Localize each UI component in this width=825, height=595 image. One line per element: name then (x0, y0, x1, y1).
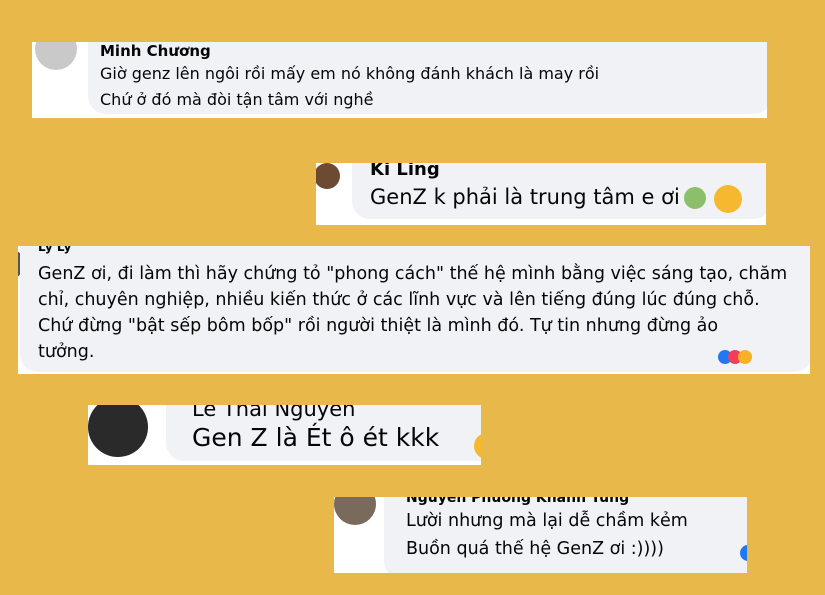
sad-face-emoji-icon (714, 185, 742, 213)
comment-snippet-2: Ki Ling GenZ k phải là trung tâm e ơi (316, 163, 766, 225)
comment-bubble: Ly Ly GenZ ơi, đi làm thì hãy chứng tỏ "… (20, 246, 810, 372)
commenter-name[interactable]: Lê Thái Nguyên (192, 405, 355, 421)
avatar[interactable] (334, 497, 376, 525)
avatar[interactable] (88, 405, 148, 457)
commenter-name[interactable]: Nguyễn Phương Khánh Tùng (406, 497, 629, 507)
commenter-name[interactable]: Ly Ly (38, 246, 72, 254)
comment-text-line: Lười nhưng mà lại dễ chầm kẻm (406, 511, 688, 531)
comment-text-line: Giờ genz lên ngôi rồi mấy em nó không đá… (100, 64, 600, 83)
comment-text-line: chỉ, chuyên nghiệp, nhiều kiến thức ở cá… (38, 290, 760, 310)
comment-snippet-1: Minh Chương Giờ genz lên ngôi rồi mấy em… (32, 42, 767, 118)
avatar[interactable] (35, 42, 77, 70)
comment-bubble: Lê Thái Nguyên Gen Z là Ét ô ét kkk (166, 405, 481, 461)
commenter-name[interactable]: Ki Ling (370, 163, 440, 181)
comment-bubble: Minh Chương Giờ genz lên ngôi rồi mấy em… (88, 42, 767, 114)
comment-text-line: Chứ đừng "bật sếp bôm bốp" rồi người thi… (38, 316, 719, 336)
comment-snippet-3: Ly Ly GenZ ơi, đi làm thì hãy chứng tỏ "… (18, 246, 810, 374)
comment-text-line: Chứ ở đó mà đòi tận tâm với nghề (100, 90, 374, 109)
comment-bubble: Nguyễn Phương Khánh Tùng Lười nhưng mà l… (384, 497, 747, 573)
comment-text-line: GenZ k phải là trung tâm e ơi (370, 185, 680, 209)
avatar[interactable] (316, 163, 340, 189)
facepalm-emoji-icon (684, 187, 706, 209)
comment-snippet-5: Nguyễn Phương Khánh Tùng Lười nhưng mà l… (334, 497, 747, 573)
haha-reaction-icon[interactable] (738, 350, 752, 364)
comment-text-line: tưởng. (38, 342, 95, 362)
comment-text-line: Gen Z là Ét ô ét kkk (192, 423, 440, 452)
comment-bubble: Ki Ling GenZ k phải là trung tâm e ơi (352, 163, 766, 219)
commenter-name[interactable]: Minh Chương (100, 42, 211, 60)
like-reaction-icon[interactable] (740, 545, 747, 561)
comment-text-line: Buồn quá thế hệ GenZ ơi :)))) (406, 539, 664, 559)
comment-text-line: GenZ ơi, đi làm thì hãy chứng tỏ "phong … (38, 264, 788, 284)
haha-reaction-icon[interactable] (474, 433, 481, 459)
comment-snippet-4: Lê Thái Nguyên Gen Z là Ét ô ét kkk (88, 405, 481, 465)
